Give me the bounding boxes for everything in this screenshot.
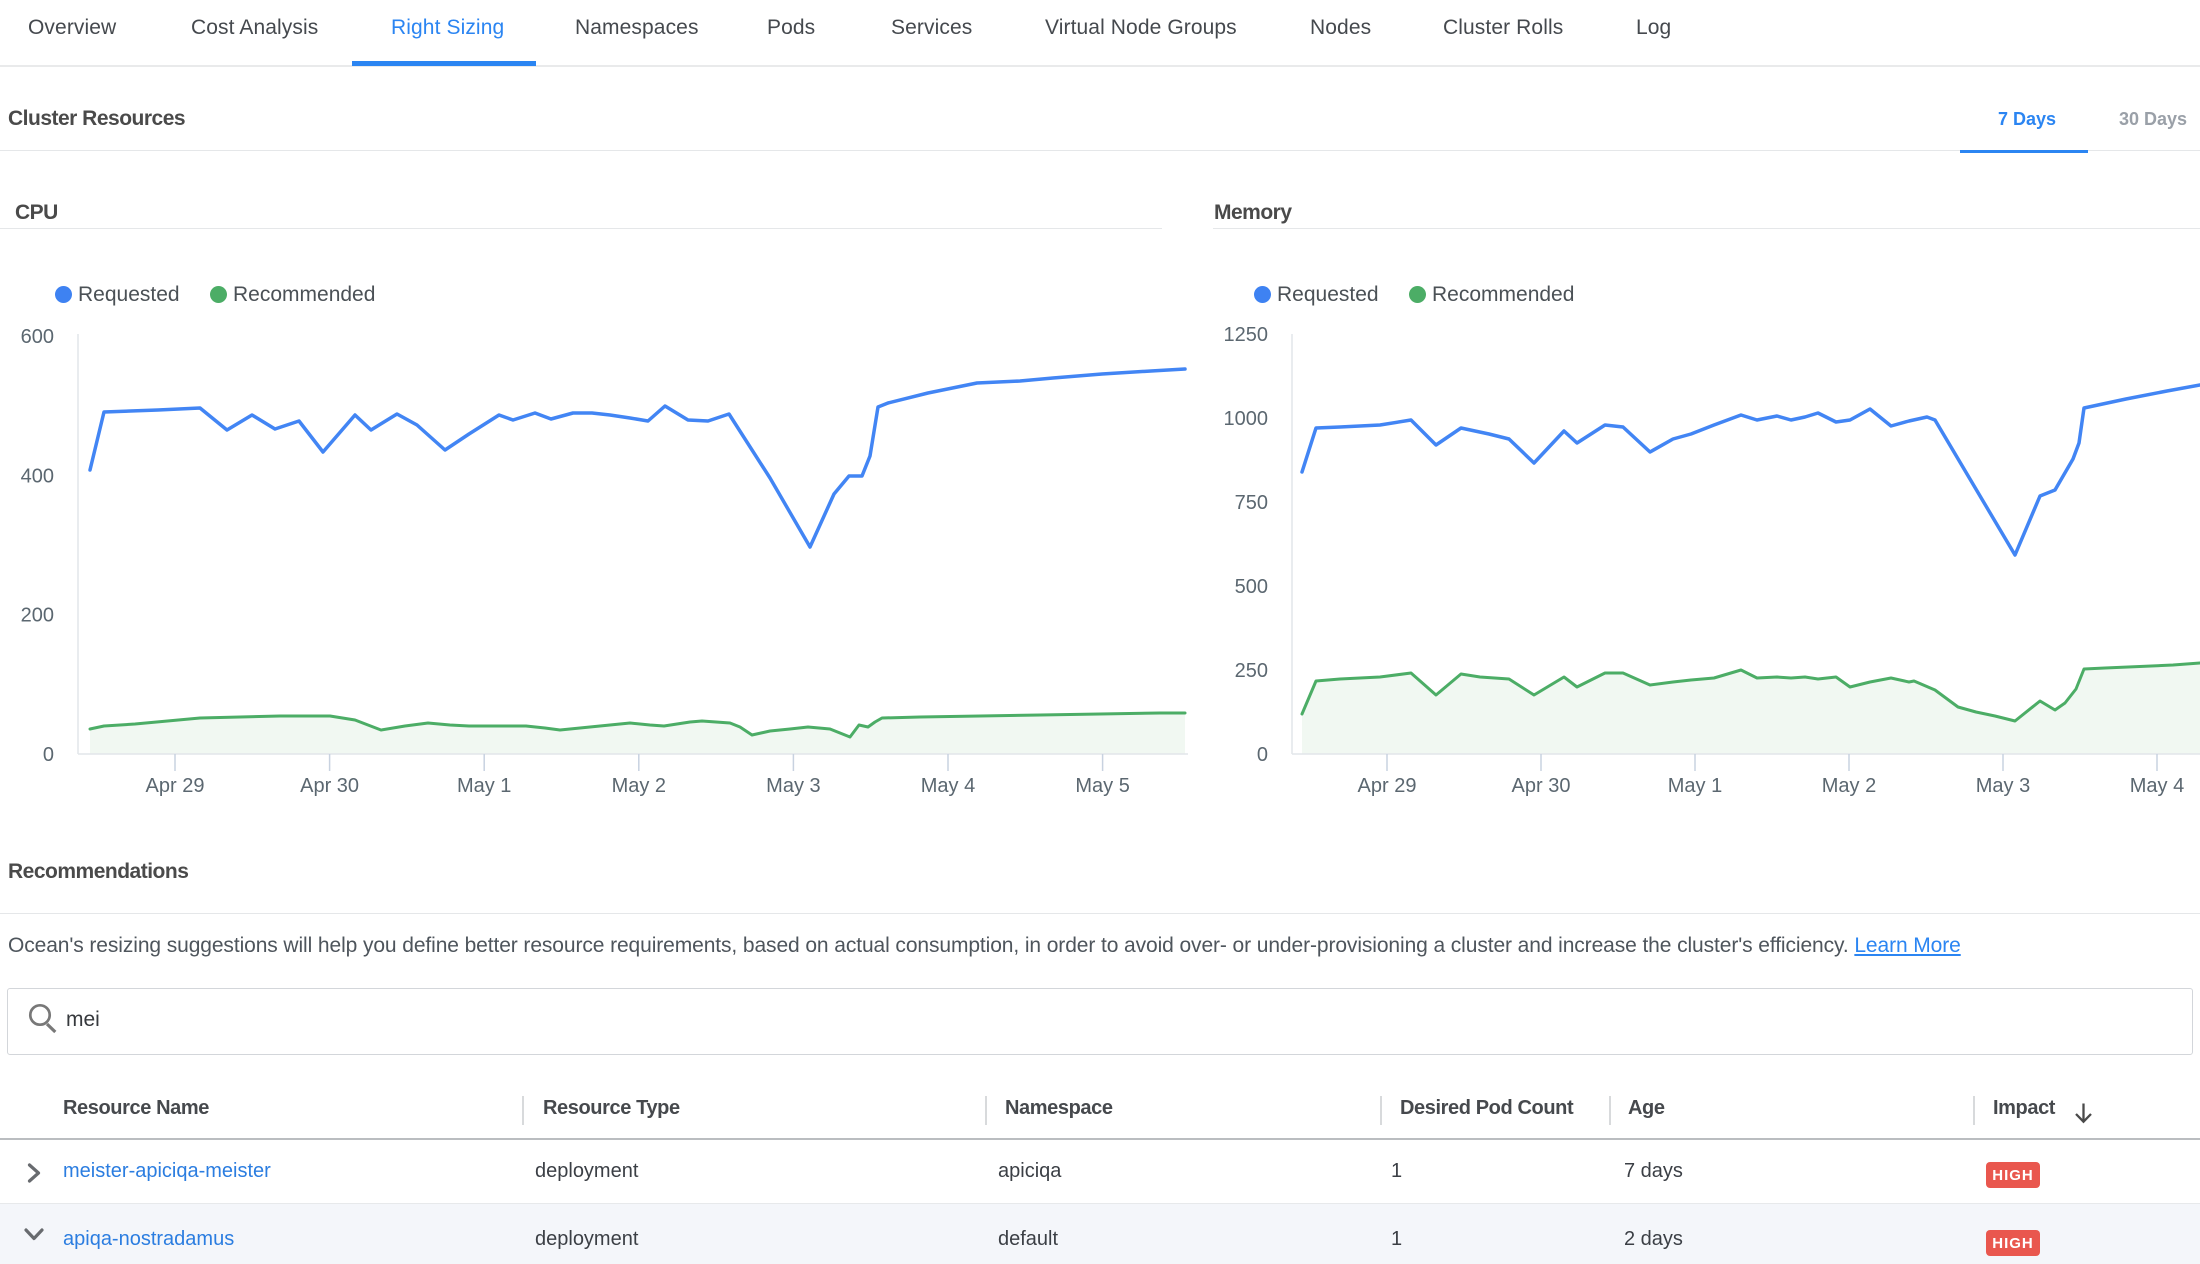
svg-text:May 2: May 2 bbox=[1822, 775, 1876, 797]
svg-text:Apr 30: Apr 30 bbox=[300, 775, 359, 797]
svg-text:500: 500 bbox=[1235, 576, 1268, 598]
svg-text:200: 200 bbox=[21, 605, 54, 627]
svg-text:750: 750 bbox=[1235, 492, 1268, 514]
svg-text:Apr 30: Apr 30 bbox=[1512, 775, 1571, 797]
svg-text:250: 250 bbox=[1235, 660, 1268, 682]
svg-text:0: 0 bbox=[43, 744, 54, 766]
svg-text:Apr 29: Apr 29 bbox=[1358, 775, 1417, 797]
svg-text:Apr 29: Apr 29 bbox=[146, 775, 205, 797]
svg-text:May 1: May 1 bbox=[457, 775, 511, 797]
svg-text:May 2: May 2 bbox=[612, 775, 666, 797]
svg-text:May 4: May 4 bbox=[921, 775, 975, 797]
svg-text:May 3: May 3 bbox=[766, 775, 820, 797]
svg-text:1000: 1000 bbox=[1224, 408, 1269, 430]
svg-text:May 5: May 5 bbox=[1075, 775, 1129, 797]
svg-text:1250: 1250 bbox=[1224, 324, 1269, 346]
svg-text:600: 600 bbox=[21, 326, 54, 348]
svg-text:May 1: May 1 bbox=[1668, 775, 1722, 797]
svg-text:0: 0 bbox=[1257, 744, 1268, 766]
svg-text:400: 400 bbox=[21, 465, 54, 487]
svg-text:May 3: May 3 bbox=[1976, 775, 2030, 797]
svg-text:May 4: May 4 bbox=[2130, 775, 2184, 797]
